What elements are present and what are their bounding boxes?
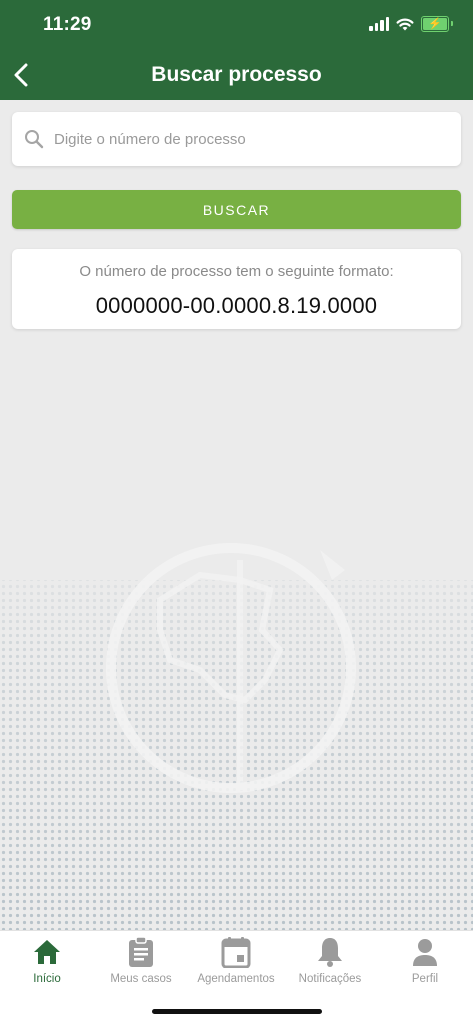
format-label: O número de processo tem o seguinte form… [79,263,394,280]
calendar-icon [221,937,251,968]
cellular-signal-icon [369,17,389,31]
tab-inicio[interactable]: Início [0,931,94,1001]
page-title: Buscar processo [151,63,322,86]
app-header: 11:29 ⚡ Buscar processo [0,0,473,100]
clipboard-icon [129,936,153,967]
battery-charging-icon: ⚡ [421,16,453,32]
user-icon [413,939,437,966]
tab-label: Meus casos [110,973,172,985]
background-emblem [0,543,473,930]
search-box [12,112,461,166]
bell-icon [318,938,342,967]
tab-perfil[interactable]: Perfil [378,931,472,1001]
status-icons: ⚡ [369,16,453,32]
tab-label: Início [33,973,61,985]
tab-agendamentos[interactable]: Agendamentos [189,931,283,1001]
wifi-icon [396,18,414,31]
search-icon [25,130,44,149]
tab-notificacoes[interactable]: Notificações [283,931,377,1001]
tab-meus-casos[interactable]: Meus casos [94,931,188,1001]
tab-label: Notificações [298,973,362,985]
format-info-card: O número de processo tem o seguinte form… [12,249,461,329]
home-icon [34,940,60,964]
home-indicator [152,1009,322,1014]
tab-label: Perfil [411,973,439,985]
status-time: 11:29 [43,14,92,35]
buscar-button[interactable]: BUSCAR [12,190,461,229]
tab-label: Agendamentos [197,973,275,985]
format-example: 0000000-00.0000.8.19.0000 [95,293,378,318]
search-input[interactable] [52,129,436,149]
